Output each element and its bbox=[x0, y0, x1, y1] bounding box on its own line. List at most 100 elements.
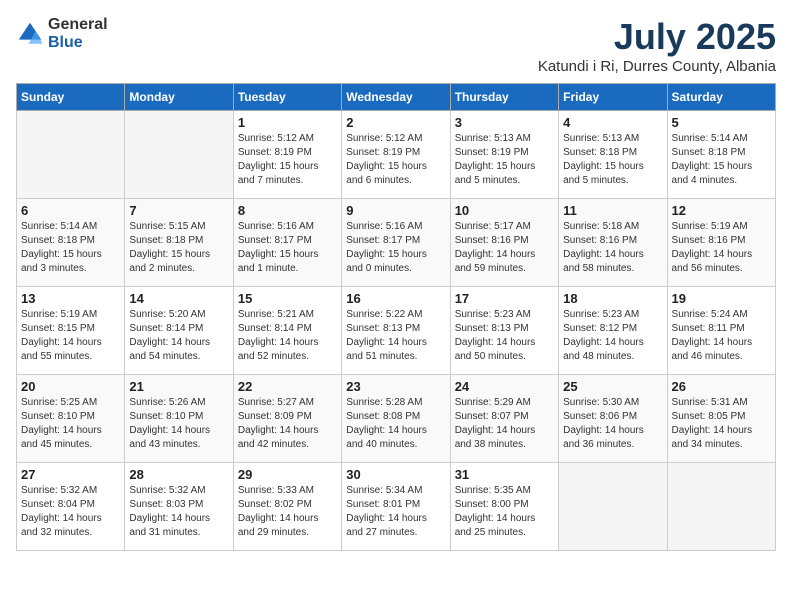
calendar-cell: 5 Sunrise: 5:14 AMSunset: 8:18 PMDaylight… bbox=[667, 111, 775, 199]
weekday-header-monday: Monday bbox=[125, 84, 233, 111]
week-row-1: 1 Sunrise: 5:12 AMSunset: 8:19 PMDaylight… bbox=[17, 111, 776, 199]
day-info: Sunrise: 5:14 AMSunset: 8:18 PMDaylight:… bbox=[21, 220, 120, 276]
calendar-cell: 13Sunrise: 5:19 AMSunset: 8:15 PMDayligh… bbox=[17, 287, 125, 375]
day-info: Sunrise: 5:35 AMSunset: 8:00 PMDaylight:… bbox=[455, 484, 554, 540]
calendar-cell: 26Sunrise: 5:31 AMSunset: 8:05 PMDayligh… bbox=[667, 375, 775, 463]
day-number: 25 bbox=[563, 379, 662, 394]
calendar-cell bbox=[667, 463, 775, 551]
day-info: Sunrise: 5:24 AMSunset: 8:11 PMDaylight:… bbox=[672, 308, 771, 364]
calendar-cell: 22 Sunrise: 5:27 AMSunset: 8:09 PMDayligh… bbox=[233, 375, 341, 463]
day-number: 21 bbox=[129, 379, 228, 394]
day-number: 7 bbox=[129, 203, 228, 218]
calendar-cell: 27 Sunrise: 5:32 AMSunset: 8:04 PMDayligh… bbox=[17, 463, 125, 551]
day-number: 27 bbox=[21, 467, 120, 482]
day-info: Sunrise: 5:28 AMSunset: 8:08 PMDaylight:… bbox=[346, 396, 445, 452]
weekday-header-tuesday: Tuesday bbox=[233, 84, 341, 111]
calendar-cell: 16Sunrise: 5:22 AMSunset: 8:13 PMDayligh… bbox=[342, 287, 450, 375]
calendar-cell: 11 Sunrise: 5:18 AMSunset: 8:16 PMDayligh… bbox=[559, 199, 667, 287]
day-info: Sunrise: 5:23 AMSunset: 8:12 PMDaylight:… bbox=[563, 308, 662, 364]
logo-icon bbox=[16, 20, 44, 48]
calendar-cell: 30Sunrise: 5:34 AMSunset: 8:01 PMDayligh… bbox=[342, 463, 450, 551]
week-row-3: 13Sunrise: 5:19 AMSunset: 8:15 PMDayligh… bbox=[17, 287, 776, 375]
day-info: Sunrise: 5:16 AMSunset: 8:17 PMDaylight:… bbox=[238, 220, 337, 276]
weekday-header-thursday: Thursday bbox=[450, 84, 558, 111]
week-row-5: 27 Sunrise: 5:32 AMSunset: 8:04 PMDayligh… bbox=[17, 463, 776, 551]
page-header: General Blue July 2025 Katundi i Ri, Dur… bbox=[16, 16, 776, 75]
calendar-table: SundayMondayTuesdayWednesdayThursdayFrid… bbox=[16, 83, 776, 551]
day-info: Sunrise: 5:15 AMSunset: 8:18 PMDaylight:… bbox=[129, 220, 228, 276]
weekday-header-row: SundayMondayTuesdayWednesdayThursdayFrid… bbox=[17, 84, 776, 111]
day-info: Sunrise: 5:23 AMSunset: 8:13 PMDaylight:… bbox=[455, 308, 554, 364]
day-info: Sunrise: 5:16 AMSunset: 8:17 PMDaylight:… bbox=[346, 220, 445, 276]
calendar-cell bbox=[17, 111, 125, 199]
title-block: July 2025 Katundi i Ri, Durres County, A… bbox=[538, 16, 776, 75]
day-number: 16 bbox=[346, 291, 445, 306]
day-number: 18 bbox=[563, 291, 662, 306]
calendar-cell: 9 Sunrise: 5:16 AMSunset: 8:17 PMDaylight… bbox=[342, 199, 450, 287]
weekday-header-wednesday: Wednesday bbox=[342, 84, 450, 111]
day-number: 29 bbox=[238, 467, 337, 482]
calendar-cell: 21 Sunrise: 5:26 AMSunset: 8:10 PMDayligh… bbox=[125, 375, 233, 463]
day-number: 14 bbox=[129, 291, 228, 306]
day-number: 22 bbox=[238, 379, 337, 394]
day-number: 10 bbox=[455, 203, 554, 218]
calendar-cell: 17 Sunrise: 5:23 AMSunset: 8:13 PMDayligh… bbox=[450, 287, 558, 375]
day-info: Sunrise: 5:32 AMSunset: 8:04 PMDaylight:… bbox=[21, 484, 120, 540]
day-number: 26 bbox=[672, 379, 771, 394]
day-number: 15 bbox=[238, 291, 337, 306]
logo-general: General bbox=[48, 16, 108, 33]
calendar-cell: 25 Sunrise: 5:30 AMSunset: 8:06 PMDayligh… bbox=[559, 375, 667, 463]
weekday-header-sunday: Sunday bbox=[17, 84, 125, 111]
weekday-header-saturday: Saturday bbox=[667, 84, 775, 111]
day-number: 17 bbox=[455, 291, 554, 306]
day-info: Sunrise: 5:19 AMSunset: 8:16 PMDaylight:… bbox=[672, 220, 771, 276]
day-info: Sunrise: 5:26 AMSunset: 8:10 PMDaylight:… bbox=[129, 396, 228, 452]
day-info: Sunrise: 5:13 AMSunset: 8:18 PMDaylight:… bbox=[563, 132, 662, 188]
calendar-cell: 14Sunrise: 5:20 AMSunset: 8:14 PMDayligh… bbox=[125, 287, 233, 375]
day-number: 19 bbox=[672, 291, 771, 306]
logo: General Blue bbox=[16, 16, 108, 52]
calendar-cell: 2 Sunrise: 5:12 AMSunset: 8:19 PMDaylight… bbox=[342, 111, 450, 199]
calendar-cell: 3 Sunrise: 5:13 AMSunset: 8:19 PMDaylight… bbox=[450, 111, 558, 199]
calendar-cell bbox=[559, 463, 667, 551]
day-info: Sunrise: 5:14 AMSunset: 8:18 PMDaylight:… bbox=[672, 132, 771, 188]
month-title: July 2025 bbox=[538, 16, 776, 58]
day-info: Sunrise: 5:17 AMSunset: 8:16 PMDaylight:… bbox=[455, 220, 554, 276]
day-number: 5 bbox=[672, 115, 771, 130]
day-number: 12 bbox=[672, 203, 771, 218]
day-number: 3 bbox=[455, 115, 554, 130]
calendar-cell: 23 Sunrise: 5:28 AMSunset: 8:08 PMDayligh… bbox=[342, 375, 450, 463]
day-info: Sunrise: 5:32 AMSunset: 8:03 PMDaylight:… bbox=[129, 484, 228, 540]
day-info: Sunrise: 5:19 AMSunset: 8:15 PMDaylight:… bbox=[21, 308, 120, 364]
day-info: Sunrise: 5:12 AMSunset: 8:19 PMDaylight:… bbox=[346, 132, 445, 188]
day-number: 8 bbox=[238, 203, 337, 218]
day-info: Sunrise: 5:12 AMSunset: 8:19 PMDaylight:… bbox=[238, 132, 337, 188]
calendar-cell: 8 Sunrise: 5:16 AMSunset: 8:17 PMDaylight… bbox=[233, 199, 341, 287]
day-number: 31 bbox=[455, 467, 554, 482]
week-row-2: 6Sunrise: 5:14 AMSunset: 8:18 PMDaylight… bbox=[17, 199, 776, 287]
calendar-cell: 10 Sunrise: 5:17 AMSunset: 8:16 PMDayligh… bbox=[450, 199, 558, 287]
day-info: Sunrise: 5:30 AMSunset: 8:06 PMDaylight:… bbox=[563, 396, 662, 452]
calendar-cell: 29Sunrise: 5:33 AMSunset: 8:02 PMDayligh… bbox=[233, 463, 341, 551]
calendar-cell: 19 Sunrise: 5:24 AMSunset: 8:11 PMDayligh… bbox=[667, 287, 775, 375]
day-number: 30 bbox=[346, 467, 445, 482]
day-info: Sunrise: 5:29 AMSunset: 8:07 PMDaylight:… bbox=[455, 396, 554, 452]
day-number: 11 bbox=[563, 203, 662, 218]
day-number: 1 bbox=[238, 115, 337, 130]
calendar-cell: 20Sunrise: 5:25 AMSunset: 8:10 PMDayligh… bbox=[17, 375, 125, 463]
calendar-cell bbox=[125, 111, 233, 199]
calendar-cell: 15Sunrise: 5:21 AMSunset: 8:14 PMDayligh… bbox=[233, 287, 341, 375]
calendar-cell: 24Sunrise: 5:29 AMSunset: 8:07 PMDayligh… bbox=[450, 375, 558, 463]
calendar-cell: 28 Sunrise: 5:32 AMSunset: 8:03 PMDayligh… bbox=[125, 463, 233, 551]
day-number: 23 bbox=[346, 379, 445, 394]
weekday-header-friday: Friday bbox=[559, 84, 667, 111]
day-info: Sunrise: 5:27 AMSunset: 8:09 PMDaylight:… bbox=[238, 396, 337, 452]
day-number: 2 bbox=[346, 115, 445, 130]
week-row-4: 20Sunrise: 5:25 AMSunset: 8:10 PMDayligh… bbox=[17, 375, 776, 463]
day-number: 28 bbox=[129, 467, 228, 482]
day-info: Sunrise: 5:18 AMSunset: 8:16 PMDaylight:… bbox=[563, 220, 662, 276]
calendar-cell: 12 Sunrise: 5:19 AMSunset: 8:16 PMDayligh… bbox=[667, 199, 775, 287]
day-number: 9 bbox=[346, 203, 445, 218]
location-title: Katundi i Ri, Durres County, Albania bbox=[538, 58, 776, 75]
day-info: Sunrise: 5:13 AMSunset: 8:19 PMDaylight:… bbox=[455, 132, 554, 188]
